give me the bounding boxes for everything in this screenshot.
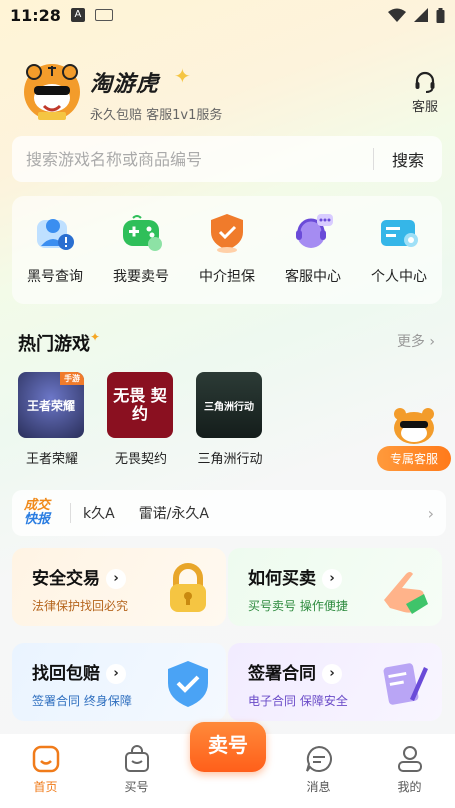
ticker-item: k久A bbox=[83, 506, 115, 522]
user-alert-icon bbox=[37, 219, 74, 250]
notification-a-icon: A bbox=[70, 8, 85, 22]
tab-buy[interactable]: 买号 bbox=[107, 744, 167, 795]
tiger-mascot-icon bbox=[394, 408, 434, 444]
game-cover-valorant: 无畏 契约 bbox=[107, 372, 173, 438]
shield-check-icon bbox=[211, 214, 243, 253]
user-icon bbox=[397, 746, 422, 772]
shield-icon bbox=[168, 661, 208, 707]
shopping-bag-icon bbox=[124, 745, 149, 772]
tiger-mascot-icon bbox=[24, 64, 80, 120]
headset-icon bbox=[296, 214, 333, 248]
quick-item-label: 个人中心 bbox=[371, 269, 427, 285]
sell-account-button[interactable]: 卖号 bbox=[190, 722, 266, 772]
deal-news-tag-top: 成交 bbox=[24, 498, 51, 513]
more-games-link[interactable]: 更多 › bbox=[397, 331, 435, 351]
customer-service-button[interactable]: 客服 bbox=[407, 70, 443, 115]
quick-item-service-center[interactable]: 客服中心 bbox=[274, 210, 352, 304]
game-cover-text: 无畏 契约 bbox=[113, 386, 167, 423]
search-bar: 搜索 bbox=[12, 136, 442, 182]
search-input[interactable] bbox=[12, 149, 373, 169]
game-cover-honor-of-kings: 王者荣耀 手游 bbox=[18, 372, 84, 438]
id-card-icon bbox=[381, 220, 418, 247]
sparkle-icon: ✦ bbox=[174, 64, 191, 88]
contract-icon bbox=[383, 663, 428, 705]
card-title: 安全交易 bbox=[32, 569, 100, 589]
search-button[interactable]: 搜索 bbox=[374, 147, 442, 171]
message-icon bbox=[305, 745, 332, 772]
quick-item-blacklist-check[interactable]: 黑号查询 bbox=[16, 210, 94, 304]
game-item-delta-force[interactable]: 三角洲行动 三角洲行动 bbox=[196, 372, 264, 467]
quick-menu: 黑号查询 我要卖号 中介担保 客服中心 个人中心 bbox=[12, 196, 442, 304]
quick-item-escrow[interactable]: 中介担保 bbox=[188, 210, 266, 304]
game-name: 王者荣耀 bbox=[25, 452, 78, 467]
game-item-valorant[interactable]: 无畏 契约 无畏契约 bbox=[107, 372, 175, 467]
tab-profile[interactable]: 我的 bbox=[380, 744, 440, 795]
ticker-item: 雷诺/永久A bbox=[138, 506, 209, 522]
exclusive-service-label: 专属客服 bbox=[377, 446, 451, 471]
hot-games-title: 热门游戏✦ bbox=[18, 330, 100, 356]
chevron-right-icon: › bbox=[106, 569, 126, 589]
home-icon bbox=[32, 745, 59, 773]
status-time: 11:28 bbox=[10, 5, 61, 25]
card-title: 找回包赔 bbox=[32, 664, 100, 684]
gamepad-icon bbox=[123, 215, 162, 251]
chevron-right-icon: › bbox=[106, 664, 126, 684]
game-name: 三角洲行动 bbox=[197, 452, 263, 467]
lock-icon bbox=[170, 563, 206, 612]
game-cover-text: 王者荣耀 bbox=[26, 398, 75, 413]
quick-item-sell-account[interactable]: 我要卖号 bbox=[102, 210, 180, 304]
hot-games-list: 王者荣耀 手游 王者荣耀 无畏 契约 无畏契约 三角洲行动 三角洲行动 bbox=[18, 372, 264, 467]
brand-slogan: 永久包赔 客服1v1服务 bbox=[90, 108, 223, 123]
battery-icon bbox=[436, 7, 445, 23]
deal-news-tag: 成交 快报 bbox=[24, 499, 58, 527]
card-recovery-compensation[interactable]: 找回包赔 › 签署合同 终身保障 bbox=[12, 643, 226, 721]
brand-name: 淘游虎 bbox=[90, 72, 160, 97]
status-bar: 11:28 A bbox=[0, 0, 455, 30]
card-safe-trade[interactable]: 安全交易 › 法律保护找回必究 bbox=[12, 548, 226, 626]
mobile-tag: 手游 bbox=[60, 372, 84, 385]
hot-games-title-text: 热门游戏 bbox=[18, 334, 90, 355]
pointing-hand-icon bbox=[384, 572, 428, 614]
card-title: 如何买卖 bbox=[248, 569, 316, 589]
game-cover-delta-force: 三角洲行动 bbox=[196, 372, 262, 438]
card-title: 签署合同 bbox=[248, 664, 316, 684]
chevron-right-icon: › bbox=[427, 503, 434, 523]
sparkle-icon: ✦ bbox=[90, 330, 101, 344]
app-header: 淘游虎 ✦ 永久包赔 客服1v1服务 客服 bbox=[20, 60, 445, 124]
game-item-honor-of-kings[interactable]: 王者荣耀 手游 王者荣耀 bbox=[18, 372, 86, 467]
deal-news-ticker[interactable]: 成交 快报 k久A 雷诺/永久A › bbox=[12, 490, 446, 536]
game-name: 无畏契约 bbox=[114, 452, 167, 467]
ticker-divider bbox=[70, 503, 71, 523]
headset-icon bbox=[415, 71, 435, 93]
tab-label: 我的 bbox=[397, 780, 422, 794]
card-sign-contract[interactable]: 签署合同 › 电子合同 保障安全 bbox=[228, 643, 442, 721]
quick-item-label: 客服中心 bbox=[285, 269, 341, 285]
chevron-right-icon: › bbox=[322, 569, 342, 589]
wifi-icon bbox=[388, 8, 406, 22]
keyboard-icon bbox=[94, 9, 113, 21]
card-how-to-trade[interactable]: 如何买卖 › 买号卖号 操作便捷 bbox=[228, 548, 442, 626]
tab-messages[interactable]: 消息 bbox=[289, 744, 349, 795]
deal-news-tag-bottom: 快报 bbox=[24, 512, 51, 527]
quick-item-label: 我要卖号 bbox=[113, 269, 169, 285]
signal-icon bbox=[414, 8, 428, 22]
customer-service-label: 客服 bbox=[411, 100, 438, 115]
more-label: 更多 bbox=[396, 334, 425, 350]
floating-exclusive-service[interactable]: 专属客服 bbox=[377, 406, 451, 471]
quick-item-label: 中介担保 bbox=[199, 269, 255, 285]
chevron-right-icon: › bbox=[429, 334, 435, 350]
tab-label: 首页 bbox=[33, 780, 58, 794]
quick-item-label: 黑号查询 bbox=[27, 269, 83, 285]
tab-label: 买号 bbox=[124, 780, 149, 794]
game-cover-text: 三角洲行动 bbox=[204, 401, 254, 413]
quick-item-personal-center[interactable]: 个人中心 bbox=[360, 210, 438, 304]
chevron-right-icon: › bbox=[322, 664, 342, 684]
tab-label: 消息 bbox=[306, 780, 331, 794]
tab-home[interactable]: 首页 bbox=[16, 744, 76, 795]
